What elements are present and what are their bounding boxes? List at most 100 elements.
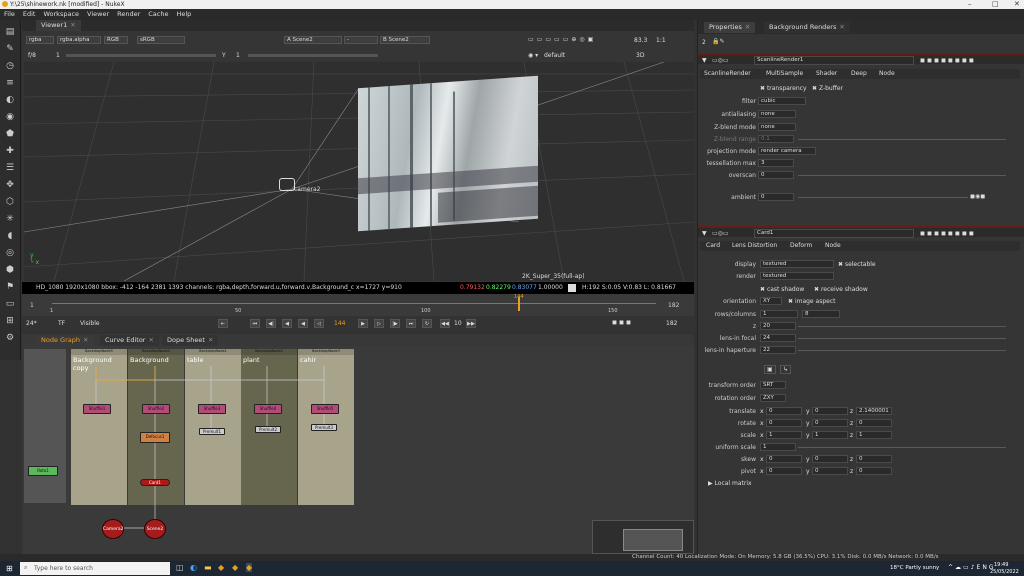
- display-mode[interactable]: default: [544, 52, 565, 59]
- ambient-slider[interactable]: [798, 197, 968, 198]
- input-b-dropdown[interactable]: B Scene2: [380, 36, 430, 44]
- uniform-scale-field[interactable]: 1: [760, 443, 796, 451]
- menu-workspace[interactable]: Workspace: [39, 9, 83, 19]
- node-defocus1[interactable]: Defocus1: [140, 432, 170, 443]
- taskbar-search-input[interactable]: ⌕ Type here to search: [20, 562, 170, 575]
- timeline[interactable]: 1 50 100 150 182 1 144: [22, 294, 694, 316]
- collapse-icon[interactable]: ▼: [702, 57, 707, 64]
- tab-curve-editor[interactable]: Curve Editor ✕: [100, 335, 159, 346]
- transform-tools-icon[interactable]: ✥: [4, 179, 16, 191]
- node-premult2[interactable]: Premult2: [255, 426, 281, 433]
- translate-x-field[interactable]: 0: [766, 407, 802, 415]
- header-buttons[interactable]: ◼◼◼◼◼◼◼◼: [920, 57, 976, 64]
- pivot-y-field[interactable]: 0: [812, 467, 848, 475]
- time-tools-icon[interactable]: ◷: [4, 60, 16, 72]
- tab-deform[interactable]: Deform: [790, 242, 812, 249]
- uniform-scale-slider[interactable]: [798, 447, 1006, 448]
- nuke-taskbar-icon[interactable]: ◆: [218, 563, 224, 572]
- node-graph-canvas[interactable]: BackdropNode5 Background copy BackdropNod…: [24, 346, 694, 554]
- card-texture-image[interactable]: [358, 75, 538, 232]
- tray-icons[interactable]: ^☁▭♪ENG: [948, 564, 995, 571]
- ambient-field[interactable]: 0: [758, 193, 794, 201]
- node-shuffle2[interactable]: Shuffle2: [142, 404, 170, 414]
- tab-scanlinerender[interactable]: ScanlineRender: [704, 70, 751, 77]
- other-tools-icon[interactable]: ▭: [4, 298, 16, 310]
- lens-haperture-field[interactable]: 22: [760, 346, 796, 354]
- channel-tools-icon[interactable]: ≡: [4, 77, 16, 89]
- z-field[interactable]: 20: [760, 322, 796, 330]
- node-camera2[interactable]: Camera2: [102, 519, 124, 539]
- z-slider[interactable]: [798, 326, 1006, 327]
- node-roto1[interactable]: Roto1: [28, 466, 58, 476]
- rotation-order-dropdown[interactable]: ZXY: [760, 394, 786, 402]
- scanline-name-field[interactable]: ScanlineRender1: [754, 56, 914, 65]
- node-premult3[interactable]: Premult3: [311, 424, 337, 431]
- node-shuffle5[interactable]: Shuffle5: [311, 404, 339, 414]
- frame-step-count[interactable]: 10: [454, 320, 462, 327]
- layer-tools-icon[interactable]: ☰: [4, 162, 16, 174]
- tab-background-renders[interactable]: Background Renders ✕: [764, 22, 850, 33]
- image-aspect-checkbox[interactable]: ✖ image aspect: [788, 298, 836, 305]
- menu-help[interactable]: Help: [172, 9, 195, 19]
- play-backward-2-button[interactable]: ◁: [314, 319, 324, 328]
- rows-field[interactable]: 1: [760, 310, 798, 318]
- tab-card-node[interactable]: Node: [825, 242, 841, 249]
- node-scene2[interactable]: Scene2: [144, 519, 166, 539]
- node-shuffle4[interactable]: Shuffle4: [254, 404, 282, 414]
- prev-key-button[interactable]: ◀|: [266, 319, 276, 328]
- card-collapse-icon[interactable]: ▼: [702, 230, 707, 237]
- overscan-field[interactable]: 0: [758, 171, 794, 179]
- transform-handle-icon[interactable]: ▣: [764, 365, 776, 374]
- rotate-y-field[interactable]: 0: [812, 419, 848, 427]
- receive-shadow-checkbox[interactable]: ✖ receive shadow: [814, 286, 868, 293]
- antialiasing-dropdown[interactable]: none: [758, 110, 796, 118]
- metadata-tools-icon[interactable]: ⬢: [4, 264, 16, 276]
- tab-node-graph[interactable]: Node Graph ✕: [36, 335, 94, 346]
- maximize-icon[interactable]: □: [992, 0, 999, 8]
- file-explorer-icon[interactable]: ▬: [204, 563, 212, 572]
- zblend-range-slider[interactable]: [798, 139, 1006, 140]
- zbuffer-checkbox[interactable]: ✖ Z-buffer: [812, 85, 843, 92]
- task-view-icon[interactable]: ◫: [176, 563, 184, 572]
- loop-button[interactable]: ↻: [422, 319, 432, 328]
- tab-node[interactable]: Node: [879, 70, 895, 77]
- max-panels[interactable]: 2: [702, 39, 706, 46]
- viewer-options-icons[interactable]: ▭▭▭▭▭⊕◎▣: [528, 36, 596, 43]
- current-frame[interactable]: 144: [334, 320, 345, 327]
- tab-lens-distortion[interactable]: Lens Distortion: [732, 242, 777, 249]
- viewer-lock-icon[interactable]: ◉ ▾: [528, 52, 538, 59]
- overscan-slider[interactable]: [798, 175, 1006, 176]
- step-back-button[interactable]: ◀◀: [440, 319, 450, 328]
- visible-dropdown[interactable]: Visible: [80, 320, 100, 327]
- tab-multisample[interactable]: MultiSample: [766, 70, 803, 77]
- play-forward-button[interactable]: ▶: [358, 319, 368, 328]
- tab-viewer1[interactable]: Viewer1 ✕: [36, 20, 81, 31]
- fps-dropdown[interactable]: 24*: [26, 320, 37, 327]
- view-mode[interactable]: 3D: [636, 52, 644, 59]
- projection-mode-dropdown[interactable]: render camera: [758, 147, 816, 155]
- skew-x-field[interactable]: 0: [766, 455, 802, 463]
- pivot-x-field[interactable]: 0: [766, 467, 802, 475]
- node-shuffle1[interactable]: Shuffle1: [83, 404, 111, 414]
- image-tools-icon[interactable]: ▤: [4, 26, 16, 38]
- node-options-icons[interactable]: ▭◎▭: [712, 57, 729, 64]
- tf-dropdown[interactable]: TF: [58, 320, 65, 327]
- node-premult1[interactable]: Premult1: [199, 428, 225, 435]
- edge-icon[interactable]: ◐: [190, 563, 197, 572]
- card-name-field[interactable]: Card1: [754, 229, 914, 238]
- scale-y-field[interactable]: 1: [812, 431, 848, 439]
- rotate-x-field[interactable]: 0: [766, 419, 802, 427]
- fstop-value[interactable]: f/8: [28, 52, 36, 59]
- color-tools-icon[interactable]: ◐: [4, 94, 16, 106]
- gamma-value[interactable]: 1: [236, 52, 240, 59]
- filter-dropdown[interactable]: cubic: [758, 97, 806, 105]
- node-graph-minimap[interactable]: [592, 520, 694, 554]
- translate-y-field[interactable]: 0: [812, 407, 848, 415]
- in-point-button[interactable]: ⇤: [218, 319, 228, 328]
- weather-widget[interactable]: 18°C Partly sunny: [890, 565, 939, 571]
- menu-edit[interactable]: Edit: [19, 9, 40, 19]
- 3d-tools-icon[interactable]: ⬡: [4, 196, 16, 208]
- scale-x-field[interactable]: 1: [766, 431, 802, 439]
- menu-render[interactable]: Render: [113, 9, 144, 19]
- ratio-value[interactable]: 1:1: [656, 37, 666, 44]
